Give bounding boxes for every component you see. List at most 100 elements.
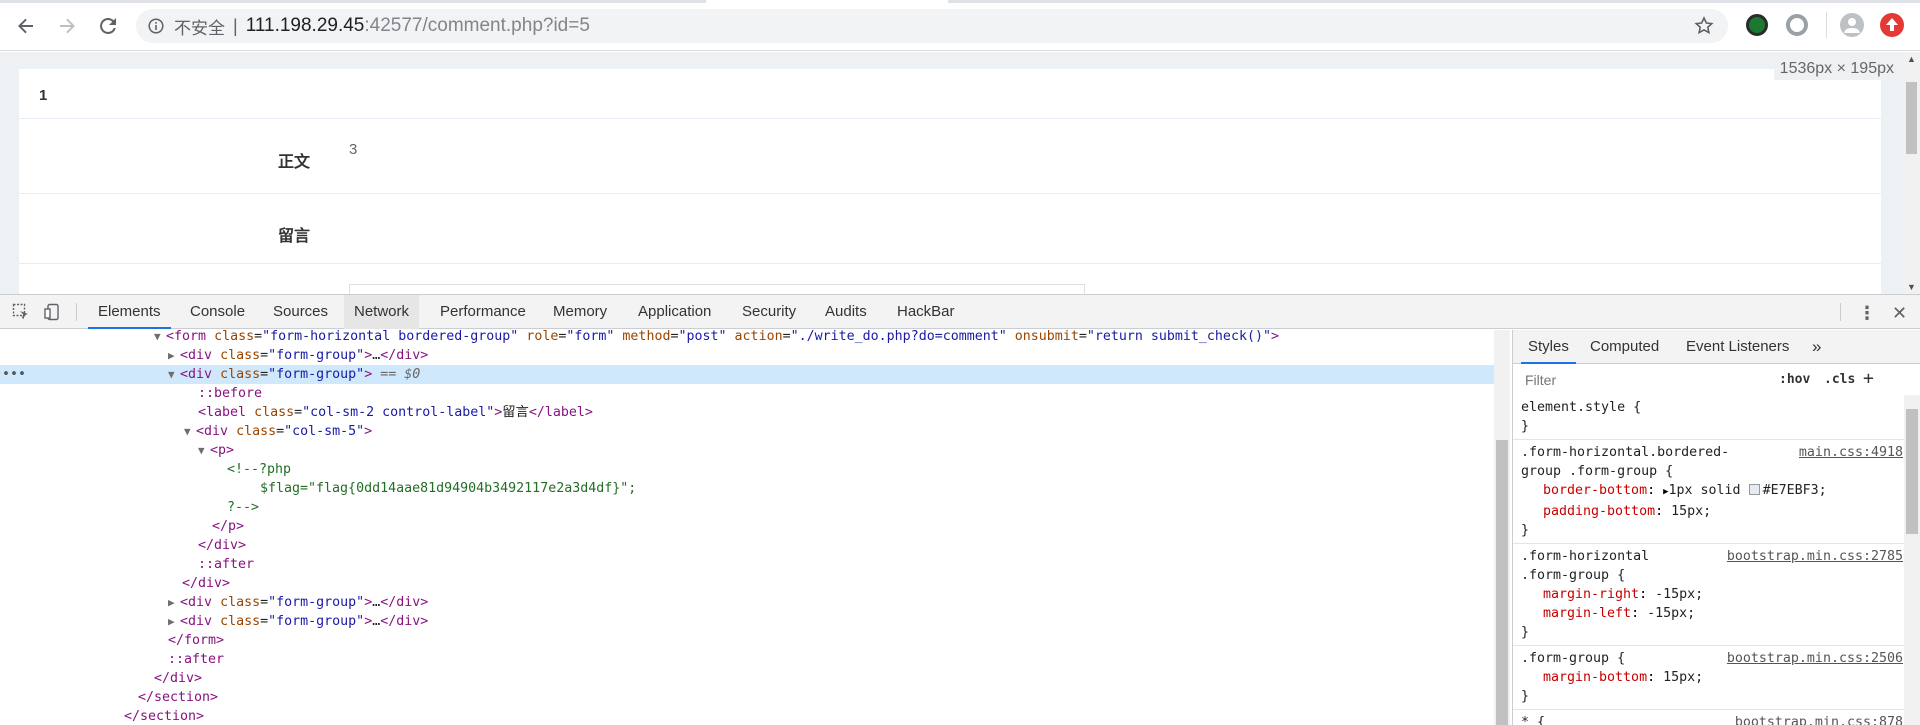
hov-toggle[interactable]: :hov bbox=[1779, 372, 1810, 387]
tab-security[interactable]: Security bbox=[732, 295, 806, 329]
message-textarea[interactable] bbox=[349, 284, 1085, 294]
dom-before[interactable]: ::before bbox=[0, 384, 1494, 403]
rule-source-link[interactable]: bootstrap.min.css:2506 bbox=[1727, 649, 1903, 668]
info-icon[interactable] bbox=[148, 18, 164, 34]
dom-close-div[interactable]: </div> bbox=[0, 574, 1494, 593]
dom-after[interactable]: ::after bbox=[0, 555, 1494, 574]
dom-close-p[interactable]: </p> bbox=[0, 517, 1494, 536]
expanded-triangle-icon[interactable]: ▼ bbox=[198, 441, 210, 460]
device-toolbar-icon[interactable] bbox=[44, 303, 62, 321]
more-tabs-icon[interactable]: » bbox=[1805, 330, 1828, 364]
tab-audits[interactable]: Audits bbox=[815, 295, 877, 329]
style-rules: element.style { } main.css:4918 .form-ho… bbox=[1513, 395, 1905, 725]
scroll-down-arrow-icon[interactable]: ▼ bbox=[1907, 282, 1916, 292]
style-rule[interactable]: bootstrap.min.css:2506 .form-group { mar… bbox=[1513, 646, 1905, 710]
dom-close-section[interactable]: </section> bbox=[0, 707, 1494, 725]
dom-node-col[interactable]: ▼ <div class="col-sm-5"> bbox=[0, 422, 1494, 441]
styles-filter-row: :hov .cls + bbox=[1513, 365, 1920, 395]
styles-filter-input[interactable] bbox=[1521, 368, 1766, 392]
css-declaration[interactable]: border-bottom: ▶1px solid #E7EBF3; bbox=[1521, 481, 1905, 502]
reload-icon bbox=[100, 17, 116, 34]
message-label: 留言 bbox=[278, 228, 311, 245]
tab-hackbar[interactable]: HackBar bbox=[887, 295, 965, 329]
style-rule[interactable]: element.style { } bbox=[1513, 395, 1905, 440]
dom-close-div[interactable]: </div> bbox=[0, 669, 1494, 688]
extension-ring-icon[interactable] bbox=[1786, 14, 1808, 36]
more-actions-dots[interactable]: ••• bbox=[2, 365, 26, 384]
collapsed-triangle-icon[interactable]: ▶ bbox=[168, 593, 180, 612]
close-devtools-icon[interactable]: ✕ bbox=[1892, 303, 1907, 324]
dom-after[interactable]: ::after bbox=[0, 650, 1494, 669]
dom-comment-flag[interactable]: $flag="flag{0dd14aae81d94904b3492117e2a3… bbox=[0, 479, 1494, 498]
dom-node-label[interactable]: <label class="col-sm-2 control-label">留言… bbox=[0, 403, 1494, 422]
profile-avatar-icon[interactable] bbox=[1840, 13, 1864, 37]
kebab-menu-icon[interactable]: ⋮ bbox=[1858, 303, 1876, 324]
reload-button[interactable] bbox=[92, 10, 124, 42]
tab-console[interactable]: Console bbox=[180, 295, 255, 329]
dom-close-section[interactable]: </section> bbox=[0, 688, 1494, 707]
tab-sources[interactable]: Sources bbox=[263, 295, 338, 329]
elements-scrollbar[interactable] bbox=[1494, 330, 1510, 725]
rule-source-link[interactable]: main.css:4918 bbox=[1799, 443, 1903, 462]
expanded-triangle-icon[interactable]: ▼ bbox=[168, 365, 180, 384]
dom-node-form-group[interactable]: ▶ <div class="form-group">…</div> bbox=[0, 346, 1494, 365]
bookmark-star-icon[interactable] bbox=[1694, 16, 1714, 36]
rule-close: } bbox=[1521, 625, 1530, 640]
tab-performance[interactable]: Performance bbox=[430, 295, 536, 329]
add-rule-icon[interactable]: + bbox=[1863, 368, 1874, 389]
css-declaration[interactable]: margin-left: -15px; bbox=[1521, 604, 1905, 623]
style-rule[interactable]: bootstrap.min.css:2785 .form-horizontal … bbox=[1513, 544, 1905, 646]
devtools-tabbar: Elements Console Sources Network Perform… bbox=[0, 295, 1920, 329]
css-declaration[interactable]: margin-bottom: 15px; bbox=[1521, 668, 1905, 687]
css-declaration[interactable]: padding-bottom: 15px; bbox=[1521, 502, 1905, 521]
tab-elements[interactable]: Elements bbox=[88, 295, 171, 329]
rule-source-link[interactable]: bootstrap.min.css:2785 bbox=[1727, 547, 1903, 566]
cls-toggle[interactable]: .cls bbox=[1824, 372, 1855, 387]
page-scrollbar[interactable]: ▲ ▼ bbox=[1903, 52, 1920, 294]
dom-node-form-group[interactable]: ▶ <div class="form-group">…</div> bbox=[0, 593, 1494, 612]
back-button[interactable] bbox=[10, 10, 42, 42]
css-declaration[interactable]: margin-right: -15px; bbox=[1521, 585, 1905, 604]
color-swatch[interactable] bbox=[1748, 484, 1760, 495]
dom-node-form[interactable]: ▼ <form class="form-horizontal bordered-g… bbox=[0, 330, 1494, 346]
toolbar-divider bbox=[1826, 12, 1827, 38]
rule-source-link[interactable]: bootstrap.min.css:878 bbox=[1735, 713, 1903, 725]
browser-toolbar: 不安全 | 111.198.29.45 :42577/comment.php?i… bbox=[0, 0, 1920, 51]
styles-scrollbar[interactable] bbox=[1904, 395, 1920, 725]
expanded-triangle-icon[interactable]: ▼ bbox=[184, 422, 196, 441]
rule-close: } bbox=[1521, 523, 1530, 538]
dom-comment-open[interactable]: <!--?php bbox=[0, 460, 1494, 479]
tab-memory[interactable]: Memory bbox=[543, 295, 617, 329]
collapsed-triangle-icon[interactable]: ▶ bbox=[168, 346, 180, 365]
elements-tree: ▼ <form class="form-horizontal bordered-g… bbox=[0, 330, 1494, 725]
dom-close-div[interactable]: </div> bbox=[0, 536, 1494, 555]
tab-network[interactable]: Network bbox=[344, 295, 420, 329]
elements-scrollbar-thumb[interactable] bbox=[1496, 440, 1508, 725]
tab-computed[interactable]: Computed bbox=[1583, 330, 1666, 364]
page-scrollbar-thumb[interactable] bbox=[1906, 82, 1917, 154]
style-rule[interactable]: bootstrap.min.css:878 * { bbox=[1513, 710, 1905, 725]
rule-selector: element.style { bbox=[1521, 400, 1642, 415]
dom-comment-close[interactable]: ?--> bbox=[0, 498, 1494, 517]
tab-application[interactable]: Application bbox=[628, 295, 721, 329]
tab-event-listeners[interactable]: Event Listeners bbox=[1679, 330, 1796, 364]
dom-close-form[interactable]: </form> bbox=[0, 631, 1494, 650]
collapsed-triangle-icon[interactable]: ▶ bbox=[168, 612, 180, 631]
update-icon[interactable] bbox=[1880, 13, 1904, 37]
dom-node-p[interactable]: ▼ <p> bbox=[0, 441, 1494, 460]
url-path: :42577/comment.php?id=5 bbox=[364, 15, 590, 36]
back-arrow-icon bbox=[18, 18, 33, 34]
extension-green-icon[interactable] bbox=[1746, 14, 1768, 36]
rule-close: } bbox=[1521, 689, 1530, 704]
styles-scrollbar-thumb[interactable] bbox=[1906, 409, 1918, 534]
expanded-triangle-icon[interactable]: ▼ bbox=[154, 330, 166, 346]
tab-styles[interactable]: Styles bbox=[1521, 330, 1576, 364]
scroll-up-arrow-icon[interactable]: ▲ bbox=[1907, 54, 1916, 64]
address-bar[interactable]: 不安全 | 111.198.29.45 :42577/comment.php?i… bbox=[136, 9, 1728, 43]
style-rule[interactable]: main.css:4918 .form-horizontal.bordered-… bbox=[1513, 440, 1905, 544]
tab-divider bbox=[1840, 303, 1841, 321]
inspect-element-icon[interactable] bbox=[12, 303, 30, 321]
forward-button[interactable] bbox=[51, 10, 83, 42]
dom-node-selected[interactable]: ••• ▼ <div class="form-group"> == $0 bbox=[0, 365, 1494, 384]
dom-node-form-group[interactable]: ▶ <div class="form-group">…</div> bbox=[0, 612, 1494, 631]
